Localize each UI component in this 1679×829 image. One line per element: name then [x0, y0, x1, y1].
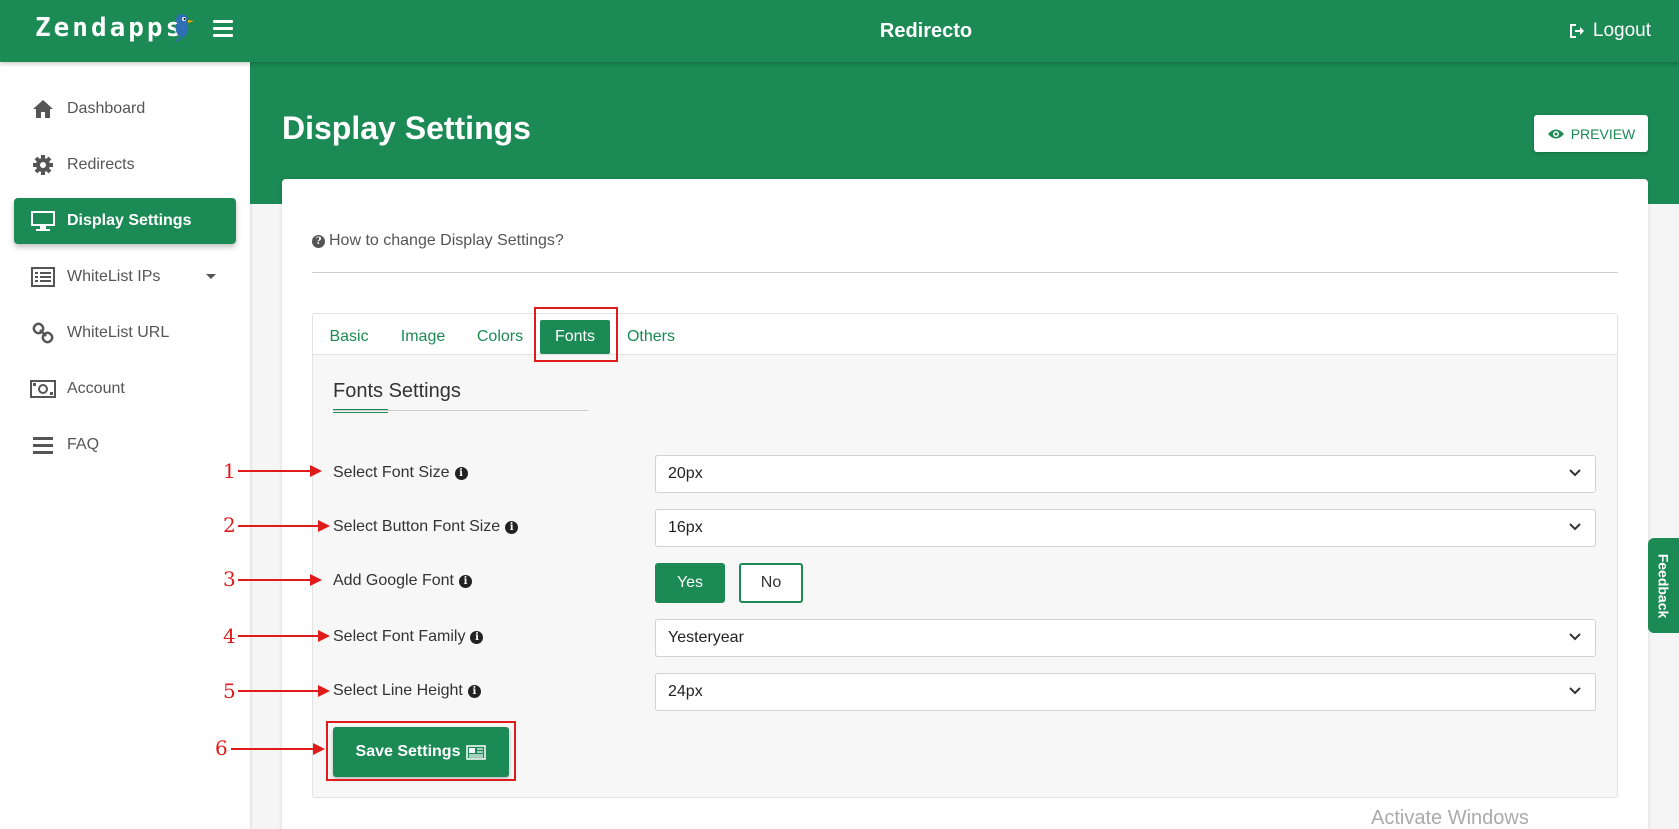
top-bar: Zendapps Redirecto Logout	[0, 0, 1679, 62]
page-title: Display Settings	[282, 110, 531, 146]
font-size-label: Select Font Size i	[333, 464, 468, 482]
help-link[interactable]: ? How to change Display Settings?	[312, 232, 564, 250]
chevron-down-icon	[1569, 687, 1581, 695]
font-size-label-text: Select Font Size	[333, 464, 450, 481]
font-family-select[interactable]: Yesteryear	[655, 619, 1596, 657]
logout-label: Logout	[1592, 20, 1651, 41]
sidebar-item-faq[interactable]: FAQ	[14, 422, 236, 468]
annotation-number: 1	[223, 459, 236, 483]
font-family-label: Select Font Family i	[333, 628, 484, 646]
annotation-number: 5	[223, 679, 236, 703]
google-font-label-text: Add Google Font	[333, 572, 454, 589]
annotation-number: 4	[223, 624, 236, 648]
annotation-arrow	[238, 685, 330, 697]
annotation-arrow	[238, 630, 330, 642]
chevron-down-icon	[206, 274, 216, 279]
gear-icon	[30, 154, 56, 176]
line-height-label-text: Select Line Height	[333, 682, 463, 699]
sidebar-item-label: Account	[67, 380, 125, 397]
home-icon	[30, 98, 56, 120]
sidebar-item-label: Dashboard	[67, 100, 146, 117]
windows-activation-watermark: Activate Windows	[1371, 807, 1529, 829]
tab-image[interactable]: Image	[392, 320, 454, 354]
info-icon[interactable]: i	[470, 630, 484, 644]
chevron-down-icon	[1569, 523, 1581, 531]
sidebar-item-label: FAQ	[67, 436, 100, 453]
annotation-number: 3	[223, 567, 236, 591]
tab-others[interactable]: Others	[620, 320, 682, 354]
google-font-yes-button[interactable]: Yes	[655, 563, 725, 603]
sidebar-item-dashboard[interactable]: Dashboard	[14, 86, 236, 132]
sidebar-item-whitelist-ips[interactable]: WhiteList IPs	[14, 254, 236, 300]
button-font-size-value: 16px	[668, 519, 703, 536]
button-font-size-select[interactable]: 16px	[655, 509, 1596, 547]
preview-label: PREVIEW	[1570, 125, 1636, 142]
button-font-size-label: Select Button Font Size i	[333, 518, 519, 536]
info-icon[interactable]: i	[458, 574, 472, 588]
sidebar-item-label: Redirects	[67, 156, 135, 173]
section-underline-accent	[333, 409, 388, 413]
annotation-number: 2	[223, 513, 236, 537]
eye-icon	[1547, 129, 1564, 138]
line-height-value: 24px	[668, 683, 703, 700]
font-family-label-text: Select Font Family	[333, 628, 466, 645]
sidebar-item-label: WhiteList URL	[67, 324, 170, 341]
info-icon[interactable]: i	[505, 520, 519, 534]
section-title: Fonts Settings	[333, 380, 461, 402]
sidebar-item-label: Display Settings	[67, 212, 192, 229]
google-font-no-button[interactable]: No	[739, 563, 803, 603]
help-link-text: How to change Display Settings?	[329, 232, 564, 249]
google-font-label: Add Google Font i	[333, 572, 472, 590]
sidebar-item-account[interactable]: Account	[14, 366, 236, 412]
line-height-label: Select Line Height i	[333, 682, 481, 700]
annotation-arrow	[231, 743, 325, 755]
info-icon[interactable]: i	[454, 466, 468, 480]
sidebar-item-whitelist-url[interactable]: WhiteList URL	[14, 310, 236, 356]
feedback-label: Feedback	[1655, 553, 1672, 618]
sidebar-item-redirects[interactable]: Redirects	[14, 142, 236, 188]
button-font-size-label-text: Select Button Font Size	[333, 518, 501, 535]
font-size-select[interactable]: 20px	[655, 455, 1596, 493]
divider	[312, 272, 1618, 273]
money-icon	[30, 378, 56, 400]
font-family-value: Yesteryear	[668, 629, 744, 646]
line-height-select[interactable]: 24px	[655, 673, 1596, 711]
sidebar-item-label: WhiteList IPs	[67, 268, 161, 285]
link-icon	[30, 322, 56, 344]
highlight-box-save-button	[326, 721, 516, 781]
chevron-down-icon	[1569, 633, 1581, 641]
annotation-arrow	[238, 465, 322, 477]
monitor-icon	[30, 210, 56, 232]
bars-icon	[30, 434, 56, 456]
app-title: Redirecto	[879, 20, 973, 42]
question-icon: ?	[312, 234, 325, 248]
list-icon	[30, 266, 56, 288]
tab-colors[interactable]: Colors	[468, 320, 532, 354]
preview-button[interactable]: PREVIEW	[1534, 115, 1648, 152]
logout-button[interactable]: Logout	[1569, 20, 1651, 42]
highlight-box-fonts-tab	[534, 307, 618, 362]
feedback-tab[interactable]: Feedback	[1648, 538, 1679, 633]
annotation-number: 6	[215, 736, 228, 760]
tab-basic[interactable]: Basic	[320, 320, 378, 354]
font-size-value: 20px	[668, 465, 703, 482]
chevron-down-icon	[1569, 469, 1581, 477]
info-icon[interactable]: i	[467, 684, 481, 698]
logout-icon	[1569, 24, 1584, 38]
sidebar-item-display-settings[interactable]: Display Settings	[14, 198, 236, 244]
annotation-arrow	[238, 520, 330, 532]
annotation-arrow	[238, 574, 322, 586]
